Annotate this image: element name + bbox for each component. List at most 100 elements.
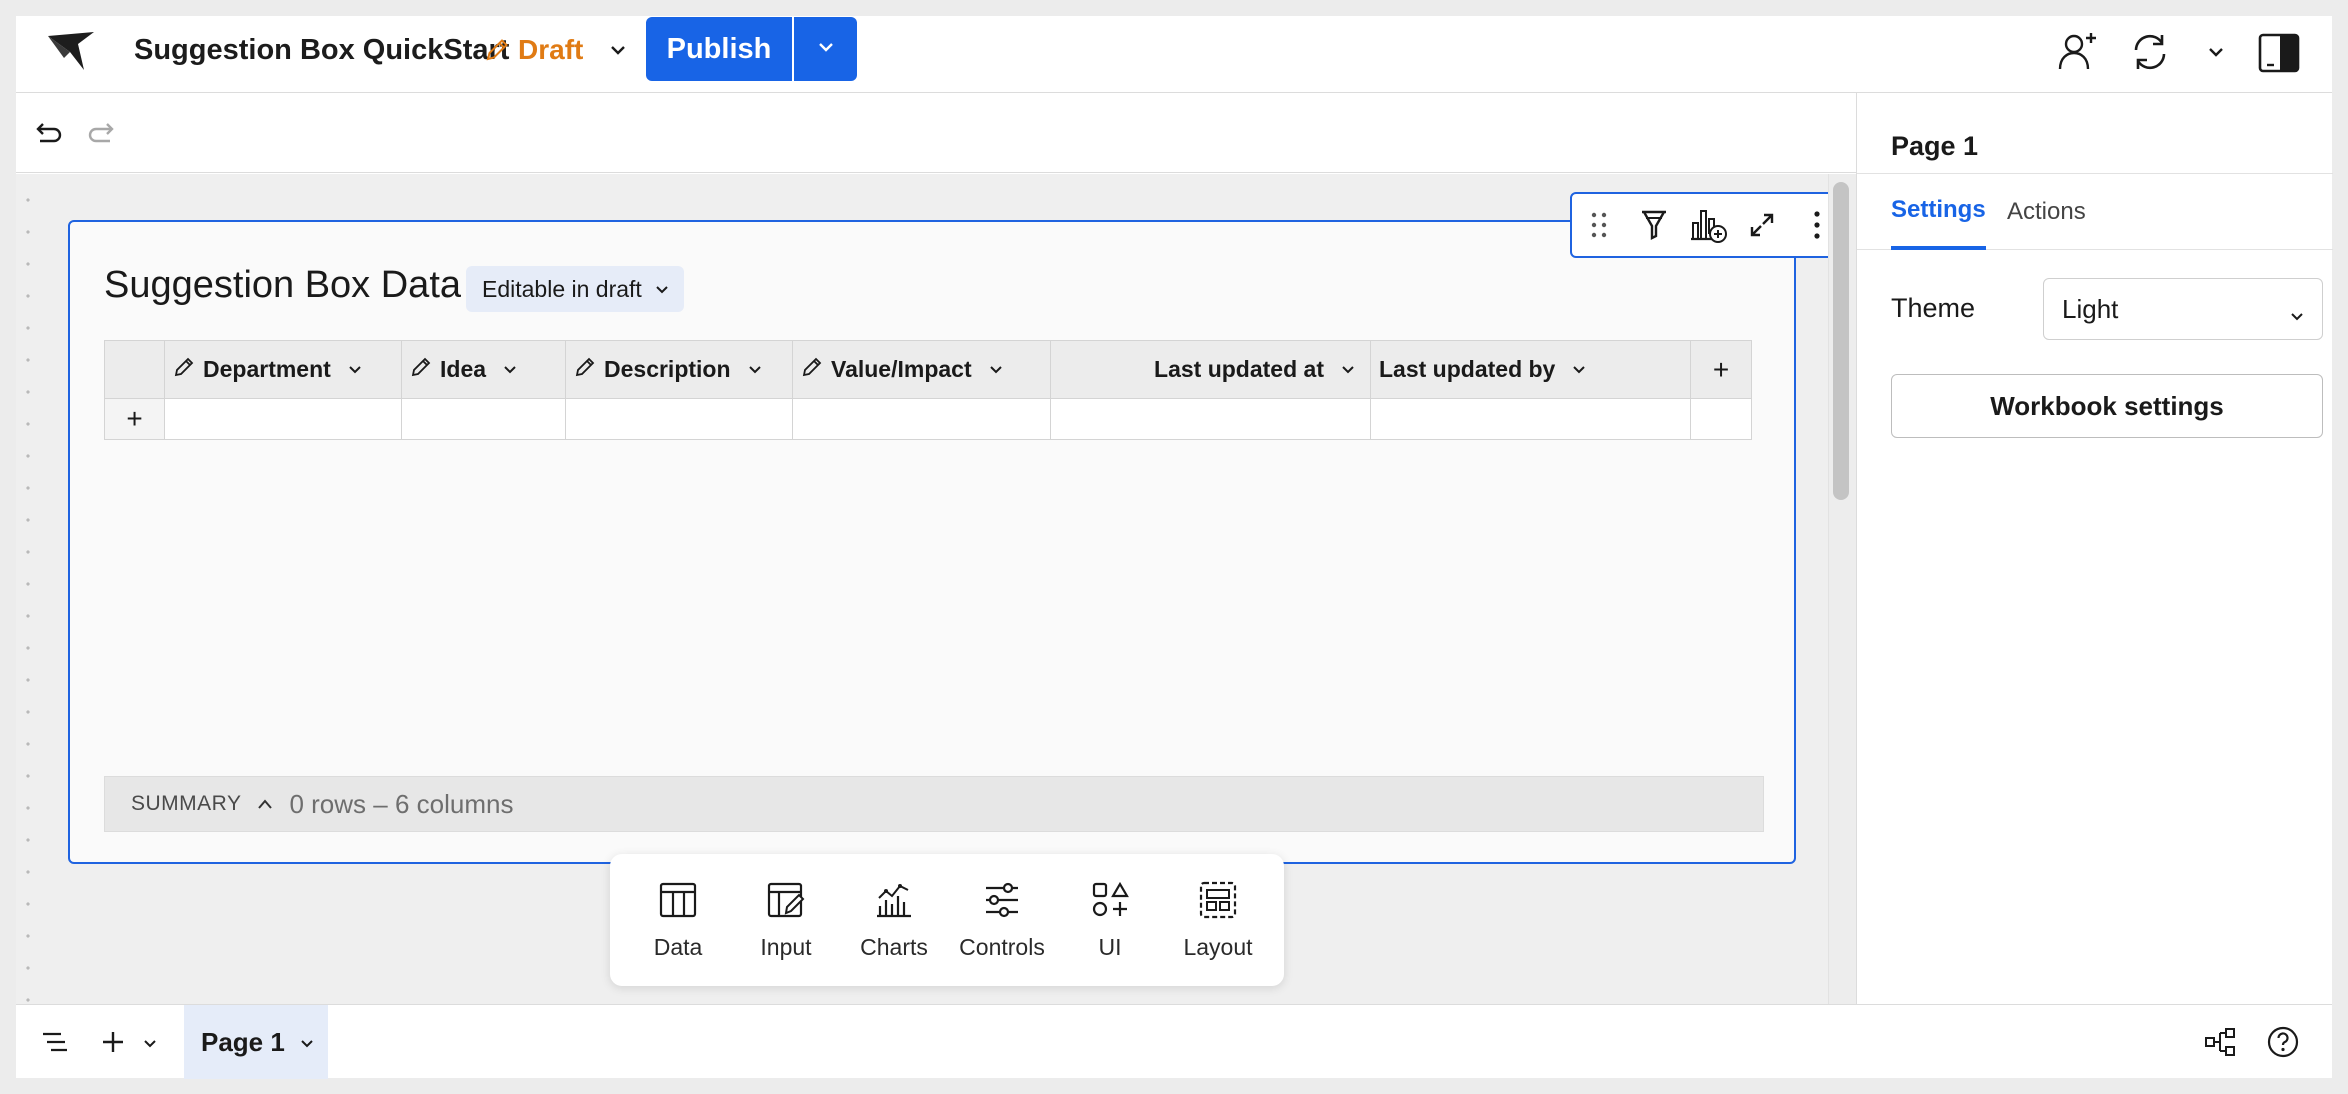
chevron-down-icon (654, 276, 670, 303)
lineage-icon[interactable] (2202, 1025, 2238, 1059)
chevron-down-icon[interactable] (1340, 356, 1356, 383)
chevron-down-icon[interactable] (502, 356, 518, 383)
column-header-idea[interactable]: Idea (402, 341, 566, 398)
chevron-down-icon[interactable] (299, 1027, 315, 1058)
page-bar: Page 1 (16, 1004, 2332, 1079)
tab-settings[interactable]: Settings (1891, 174, 1986, 250)
column-header-department[interactable]: Department (165, 341, 402, 398)
table-cell (1691, 399, 1751, 439)
pencil-icon (410, 356, 432, 384)
properties-panel: Page 1 Settings Actions Theme Light Work… (1856, 93, 2333, 1004)
table-cell[interactable] (165, 399, 402, 439)
chevron-down-icon[interactable] (347, 356, 363, 383)
table-cell[interactable] (1371, 399, 1691, 439)
add-page-chevron-icon[interactable] (140, 1033, 160, 1053)
theme-select[interactable]: Light (2043, 278, 2323, 340)
new-row: + (105, 399, 1751, 439)
expand-icon[interactable] (1735, 194, 1789, 256)
workbook-canvas[interactable]: Suggestion Box Data Editable in draft De… (16, 174, 1856, 1004)
editable-in-draft-badge[interactable]: Editable in draft (466, 266, 684, 312)
add-item-label: Layout (1183, 933, 1253, 960)
panel-tabs: Settings Actions (1857, 173, 2333, 250)
shapes-icon (1090, 880, 1130, 926)
add-chart-icon[interactable] (1681, 194, 1735, 256)
app-logo-icon[interactable] (44, 28, 100, 78)
chevron-down-icon[interactable] (988, 356, 1004, 383)
add-element-panel: Data Input Charts Controls UI Layout (610, 854, 1284, 986)
table-cell[interactable] (566, 399, 793, 439)
chevron-up-icon[interactable] (255, 796, 275, 812)
column-label: Department (203, 356, 331, 382)
canvas-scrollbar-thumb[interactable] (1833, 182, 1849, 500)
add-ui-button[interactable]: UI (1056, 854, 1164, 986)
input-table-grid[interactable]: Department Idea Description Value/Impact… (104, 340, 1752, 440)
table-cell[interactable] (402, 399, 566, 439)
app-window: Suggestion Box QuickStart Draft Publish (16, 16, 2333, 1079)
canvas-grid-dots (16, 174, 40, 1004)
table-cell[interactable] (793, 399, 1051, 439)
chevron-down-icon[interactable] (1571, 356, 1587, 383)
chevron-down-icon[interactable] (747, 356, 763, 383)
summary-label: SUMMARY (131, 792, 242, 815)
page-list-icon[interactable] (40, 1029, 70, 1055)
column-header-last-updated-at[interactable]: Last updated at (1051, 341, 1371, 398)
element-title[interactable]: Suggestion Box Data (104, 262, 461, 308)
toggle-panel-icon[interactable] (2254, 28, 2304, 78)
add-item-label: UI (1098, 933, 1122, 960)
add-item-label: Charts (860, 933, 928, 960)
column-label: Last updated by (1379, 356, 1556, 382)
page-tab-page-1[interactable]: Page 1 (184, 1005, 328, 1079)
draft-label: Draft (518, 34, 584, 65)
add-controls-button[interactable]: Controls (948, 854, 1056, 986)
table-cell[interactable] (1051, 399, 1371, 439)
draft-chevron-down-icon[interactable] (608, 40, 628, 65)
theme-label: Theme (1891, 293, 1976, 323)
add-charts-button[interactable]: Charts (840, 854, 948, 986)
publish-button[interactable]: Publish (646, 17, 792, 81)
add-page-icon[interactable] (98, 1027, 128, 1057)
draft-status[interactable]: Draft (484, 32, 583, 68)
column-label: Last updated at (1154, 356, 1324, 382)
badge-label: Editable in draft (482, 275, 642, 302)
help-icon[interactable] (2264, 1023, 2302, 1061)
add-input-button[interactable]: Input (732, 854, 840, 986)
add-item-label: Input (760, 933, 812, 960)
publish-options-button[interactable] (794, 17, 857, 81)
add-row-button[interactable]: + (105, 399, 165, 439)
summary-bar[interactable]: SUMMARY 0 rows – 6 columns (104, 776, 1764, 832)
pencil-icon (173, 356, 195, 384)
filter-icon[interactable] (1626, 194, 1680, 256)
table-header-row: Department Idea Description Value/Impact… (105, 341, 1751, 399)
sliders-icon (982, 880, 1022, 926)
input-table-icon (766, 880, 806, 926)
chart-icon (874, 880, 914, 926)
document-title[interactable]: Suggestion Box QuickStart (134, 32, 509, 68)
layout-icon (1198, 880, 1238, 926)
table-element[interactable]: Suggestion Box Data Editable in draft De… (68, 192, 1846, 864)
edit-toolbar (16, 93, 1856, 173)
column-header-description[interactable]: Description (566, 341, 793, 398)
refresh-icon[interactable] (2122, 24, 2178, 80)
pencil-icon (484, 37, 510, 63)
row-number-header (105, 341, 165, 398)
column-label: Value/Impact (831, 356, 972, 382)
workbook-settings-button[interactable]: Workbook settings (1891, 374, 2323, 438)
tab-actions[interactable]: Actions (2007, 174, 2086, 250)
column-header-value-impact[interactable]: Value/Impact (793, 341, 1051, 398)
add-column-button[interactable]: + (1691, 341, 1751, 398)
column-label: Description (604, 356, 731, 382)
undo-icon[interactable] (30, 119, 64, 147)
redo-icon[interactable] (86, 119, 120, 147)
add-layout-button[interactable]: Layout (1164, 854, 1272, 986)
chevron-down-icon (2288, 301, 2306, 332)
pencil-icon (574, 356, 596, 384)
share-add-user-icon[interactable] (2050, 24, 2106, 80)
page-tab-label: Page 1 (201, 1026, 285, 1057)
drag-handle-icon[interactable] (1572, 194, 1626, 256)
refresh-menu-chevron-icon[interactable] (2204, 40, 2228, 64)
pencil-icon (801, 356, 823, 384)
add-data-button[interactable]: Data (624, 854, 732, 986)
column-label: Idea (440, 356, 487, 382)
chevron-down-icon (816, 37, 836, 62)
column-header-last-updated-by[interactable]: Last updated by (1371, 341, 1691, 398)
